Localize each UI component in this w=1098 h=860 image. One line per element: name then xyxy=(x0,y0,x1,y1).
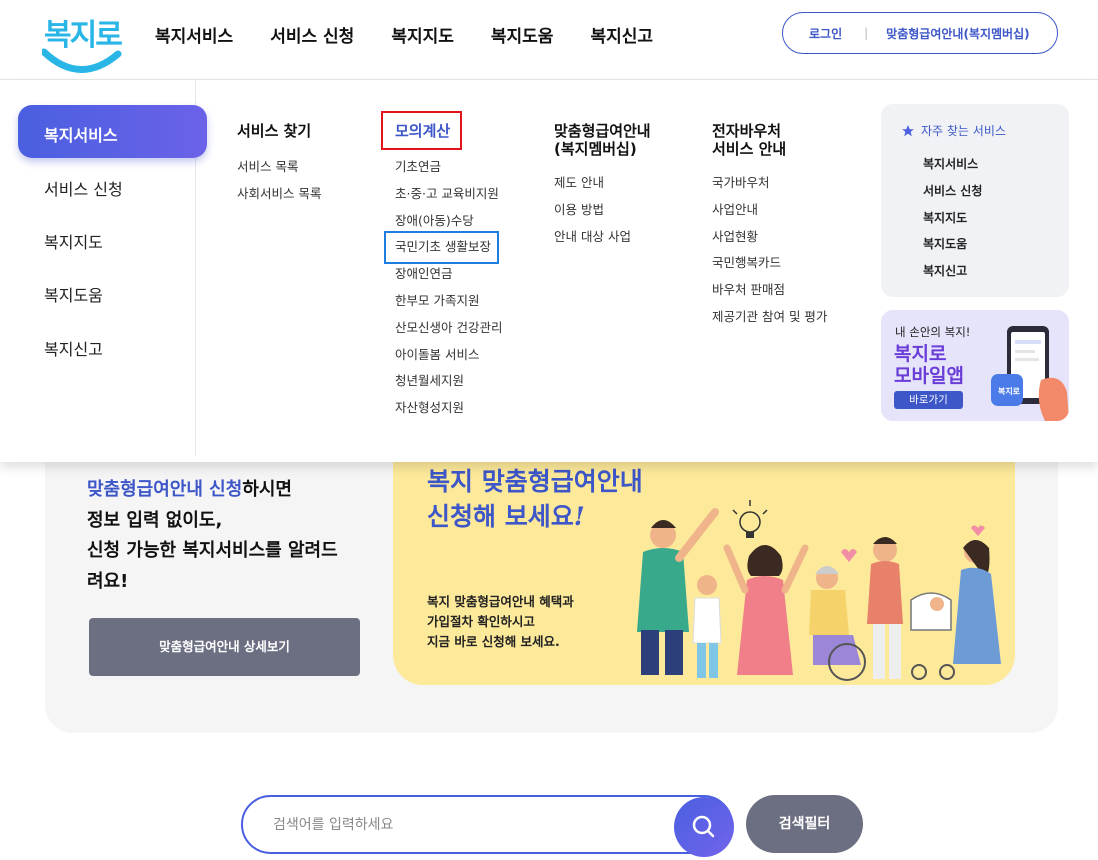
menu-link[interactable]: 기초연금 xyxy=(395,154,502,181)
column-list: 국가바우처 사업안내 사업현황 국민행복카드 바우처 판매점 제공기관 참여 및… xyxy=(712,170,827,331)
favorites-panel: 자주 찾는 서비스 복지서비스 서비스 신청 복지지도 복지도움 복지신고 xyxy=(881,104,1069,297)
banner-desc-line3: 지금 바로 신청해 보세요. xyxy=(427,634,560,649)
column-title[interactable]: 전자바우처 서비스 안내 xyxy=(712,122,827,158)
side-item-welfare-report[interactable]: 복지신고 xyxy=(44,336,103,360)
menu-link[interactable]: 초·중·고 교육비지원 xyxy=(395,181,502,208)
menu-link[interactable]: 이용 방법 xyxy=(554,197,651,224)
gnb-item-welfare-help[interactable]: 복지도움 xyxy=(491,22,554,47)
column-list: 제도 안내 이용 방법 안내 대상 사업 xyxy=(554,170,651,250)
phone-illustration-icon xyxy=(991,326,1069,421)
search-input[interactable] xyxy=(273,812,663,838)
menu-link[interactable]: 안내 대상 사업 xyxy=(554,224,651,251)
menu-link[interactable]: 청년월세지원 xyxy=(395,368,502,395)
banner-headline-mark: ! xyxy=(573,502,585,531)
side-item-welfare-help[interactable]: 복지도움 xyxy=(44,282,103,306)
menu-link[interactable]: 제도 안내 xyxy=(554,170,651,197)
menu-column-membership: 맞춤형급여안내 (복지멤버십) 제도 안내 이용 방법 안내 대상 사업 xyxy=(554,122,651,250)
logo[interactable]: 복지로 xyxy=(42,8,123,80)
membership-banner[interactable]: 복지 맞춤형급여안내 신청해 보세요! 복지 맞춤형급여안내 혜택과 가입절차 … xyxy=(393,440,1015,685)
menu-link[interactable]: 한부모 가족지원 xyxy=(395,288,502,315)
star-icon xyxy=(902,124,914,136)
favorite-link[interactable]: 복지신고 xyxy=(923,258,982,285)
highlight-box-red xyxy=(381,111,462,150)
mega-side-nav: 복지서비스 서비스 신청 복지지도 복지도움 복지신고 xyxy=(0,80,207,456)
side-item-welfare-service[interactable]: 복지서비스 xyxy=(18,105,207,158)
favorite-link[interactable]: 서비스 신청 xyxy=(923,178,982,205)
column-title[interactable]: 맞춤형급여안내 (복지멤버십) xyxy=(554,122,651,158)
gnb-item-service-apply[interactable]: 서비스 신청 xyxy=(270,22,354,47)
side-item-service-apply[interactable]: 서비스 신청 xyxy=(44,176,123,200)
banner-headline: 복지 맞춤형급여안내 신청해 보세요! xyxy=(427,464,643,534)
column-title[interactable]: 서비스 찾기 xyxy=(237,122,321,140)
menu-link[interactable]: 산모신생아 건강관리 xyxy=(395,315,502,342)
menu-link[interactable]: 제공기관 참여 및 평가 xyxy=(712,304,827,331)
gnb-item-welfare-map[interactable]: 복지지도 xyxy=(391,22,454,47)
login-link[interactable]: 로그인 xyxy=(809,25,842,42)
column-list: 서비스 목록 사회서비스 목록 xyxy=(237,154,321,208)
menu-link[interactable]: 자산형성지원 xyxy=(395,395,502,422)
promo-line2: 정보 입력 없이도, xyxy=(87,509,223,531)
favorite-link[interactable]: 복지지도 xyxy=(923,205,982,232)
promo-line4: 려요! xyxy=(87,570,129,592)
promo-highlight: 맞춤형급여안내 신청 xyxy=(87,479,243,500)
favorites-title-text: 자주 찾는 서비스 xyxy=(921,124,1006,138)
favorite-link[interactable]: 복지도움 xyxy=(923,231,982,258)
mega-menu: 복지서비스 서비스 신청 복지지도 복지도움 복지신고 서비스 찾기 서비스 목… xyxy=(0,80,1098,462)
mobile-app-banner[interactable]: 내 손안의 복지! 복지로 모바일앱 바로가기 복지로 xyxy=(881,310,1069,421)
detail-button[interactable]: 맞춤형급여안내 상세보기 xyxy=(89,618,360,676)
menu-link[interactable]: 사업현황 xyxy=(712,224,827,251)
app-banner-title-line2: 모바일앱 xyxy=(894,365,964,387)
lightbulb-icon xyxy=(732,500,768,538)
menu-link[interactable]: 서비스 목록 xyxy=(237,154,321,181)
search-filter-button[interactable]: 검색필터 xyxy=(746,795,863,853)
favorites-title: 자주 찾는 서비스 xyxy=(901,122,1006,139)
menu-column-service-search: 서비스 찾기 서비스 목록 사회서비스 목록 xyxy=(237,122,321,208)
menu-link[interactable]: 장애인연금 xyxy=(395,261,502,288)
menu-column-mock-calc: 모의계산 기초연금 초·중·고 교육비지원 장애(아동)수당 국민기초 생활보장… xyxy=(395,122,502,422)
menu-link[interactable]: 사업안내 xyxy=(712,197,827,224)
search-box xyxy=(241,795,733,854)
app-icon-text: 복지로 xyxy=(997,387,1021,396)
site-header: 복지로 복지서비스 서비스 신청 복지지도 복지도움 복지신고 로그인 | 맞춤… xyxy=(0,0,1098,80)
banner-desc-line2: 가입절차 확인하시고 xyxy=(427,614,535,629)
search-button[interactable] xyxy=(674,797,734,857)
promo-text: 맞춤형급여안내 신청하시면 정보 입력 없이도, 신청 가능한 복지서비스를 알… xyxy=(87,475,338,597)
banner-headline-line2: 신청해 보세요 xyxy=(427,502,574,531)
menu-column-voucher: 전자바우처 서비스 안내 국가바우처 사업안내 사업현황 국민행복카드 바우처 … xyxy=(712,122,827,331)
app-banner-title: 복지로 모바일앱 xyxy=(894,343,964,387)
favorites-list: 복지서비스 서비스 신청 복지지도 복지도움 복지신고 xyxy=(923,151,982,285)
banner-desc-line1: 복지 맞춤형급여안내 혜택과 xyxy=(427,594,574,609)
app-banner-go-button[interactable]: 바로가기 xyxy=(894,391,963,409)
column-title-line2: 서비스 안내 xyxy=(712,140,787,158)
banner-description: 복지 맞춤형급여안내 혜택과 가입절차 확인하시고 지금 바로 신청해 보세요. xyxy=(427,592,574,652)
promo-line3: 신청 가능한 복지서비스를 알려드 xyxy=(87,540,338,561)
logo-smile-icon xyxy=(42,48,122,73)
column-title-line1: 맞춤형급여안내 xyxy=(554,122,651,140)
promo-line1-rest: 하시면 xyxy=(242,479,292,500)
menu-link[interactable]: 아이돌봄 서비스 xyxy=(395,342,502,369)
menu-link[interactable]: 국민행복카드 xyxy=(712,250,827,277)
gnb-item-welfare-service[interactable]: 복지서비스 xyxy=(155,22,233,47)
menu-link[interactable]: 바우처 판매점 xyxy=(712,277,827,304)
column-list: 기초연금 초·중·고 교육비지원 장애(아동)수당 국민기초 생활보장 장애인연… xyxy=(395,154,502,422)
side-item-welfare-map[interactable]: 복지지도 xyxy=(44,229,103,253)
util-box: 로그인 | 맞춤형급여안내(복지멤버십) xyxy=(782,12,1058,54)
page: 복지로 복지서비스 서비스 신청 복지지도 복지도움 복지신고 로그인 | 맞춤… xyxy=(0,0,1098,860)
family-illustration-icon xyxy=(637,500,1001,681)
banner-headline-line1: 복지 맞춤형급여안내 xyxy=(427,467,643,496)
menu-link[interactable]: 국가바우처 xyxy=(712,170,827,197)
app-banner-title-line1: 복지로 xyxy=(894,343,947,365)
membership-link[interactable]: 맞춤형급여안내(복지멤버십) xyxy=(886,25,1029,42)
gnb-item-welfare-report[interactable]: 복지신고 xyxy=(590,22,653,47)
global-nav: 복지서비스 서비스 신청 복지지도 복지도움 복지신고 xyxy=(155,22,690,47)
menu-link[interactable]: 사회서비스 목록 xyxy=(237,181,321,208)
util-divider: | xyxy=(864,26,869,40)
column-title-line1: 전자바우처 xyxy=(712,122,782,140)
app-banner-sub: 내 손안의 복지! xyxy=(895,325,971,339)
search-icon xyxy=(692,815,715,838)
column-title-line2: (복지멤버십) xyxy=(554,140,637,158)
favorite-link[interactable]: 복지서비스 xyxy=(923,151,982,178)
highlight-box-blue xyxy=(384,231,499,264)
